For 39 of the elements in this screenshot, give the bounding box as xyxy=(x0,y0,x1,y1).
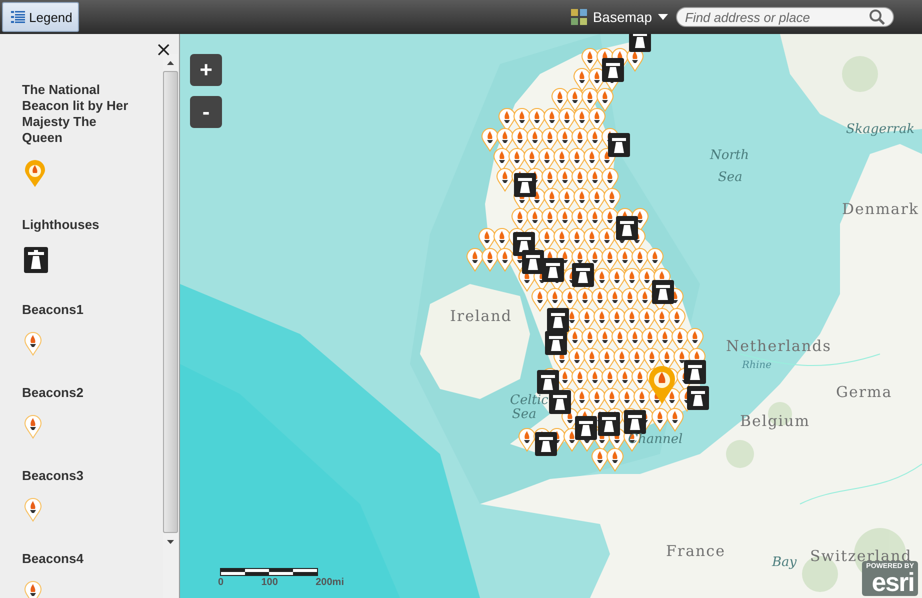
search-icon xyxy=(869,9,885,25)
flame-pin-icon xyxy=(24,160,46,188)
map-label: France xyxy=(666,542,726,560)
legend-label: Beacons4 xyxy=(22,551,84,567)
scale-label: 100 xyxy=(261,577,278,588)
lighthouse-icon xyxy=(24,247,48,273)
map-label: Sea xyxy=(512,407,536,422)
legend-label: The National Beacon lit by Her Majesty The Queen xyxy=(22,82,130,146)
map-label: Belgium xyxy=(740,412,810,430)
zoom-out-button[interactable]: - xyxy=(190,96,222,128)
map-label: Germa xyxy=(836,383,892,401)
basemap-button[interactable]: Basemap xyxy=(570,9,668,25)
map-label: Ireland xyxy=(450,307,512,325)
legend-label: Beacons1 xyxy=(22,302,84,318)
legend-label: Beacons2 xyxy=(22,385,84,401)
scroll-thumb[interactable] xyxy=(163,71,178,533)
scale-label: 200mi xyxy=(316,577,344,588)
legend-label: Lighthouses xyxy=(22,217,100,233)
map-label: Sea xyxy=(718,170,742,185)
map-label: Bay xyxy=(772,555,797,570)
flame-pin-icon xyxy=(24,415,42,439)
scroll-down-icon[interactable] xyxy=(167,540,174,544)
flame-pin-icon xyxy=(24,498,42,522)
flame-pin-icon xyxy=(24,581,42,598)
legend-label: Beacons3 xyxy=(22,468,84,484)
map-label: Rhine xyxy=(742,360,772,371)
scale-label: 0 xyxy=(218,577,224,588)
esri-logo[interactable]: esri xyxy=(872,570,914,594)
grid-icon xyxy=(570,9,587,25)
scroll-up-icon[interactable] xyxy=(167,60,174,64)
map-label: Skagerrak xyxy=(846,122,915,137)
map-label: North xyxy=(710,148,750,163)
search-field[interactable]: Find address or place xyxy=(676,7,894,27)
caret-icon xyxy=(658,14,668,20)
close-button[interactable]: × xyxy=(155,39,172,59)
flame-pin-icon xyxy=(24,332,42,356)
list-icon xyxy=(11,10,25,24)
zoom-in-button[interactable]: + xyxy=(190,54,222,86)
legend-button[interactable]: Legend xyxy=(2,2,80,32)
